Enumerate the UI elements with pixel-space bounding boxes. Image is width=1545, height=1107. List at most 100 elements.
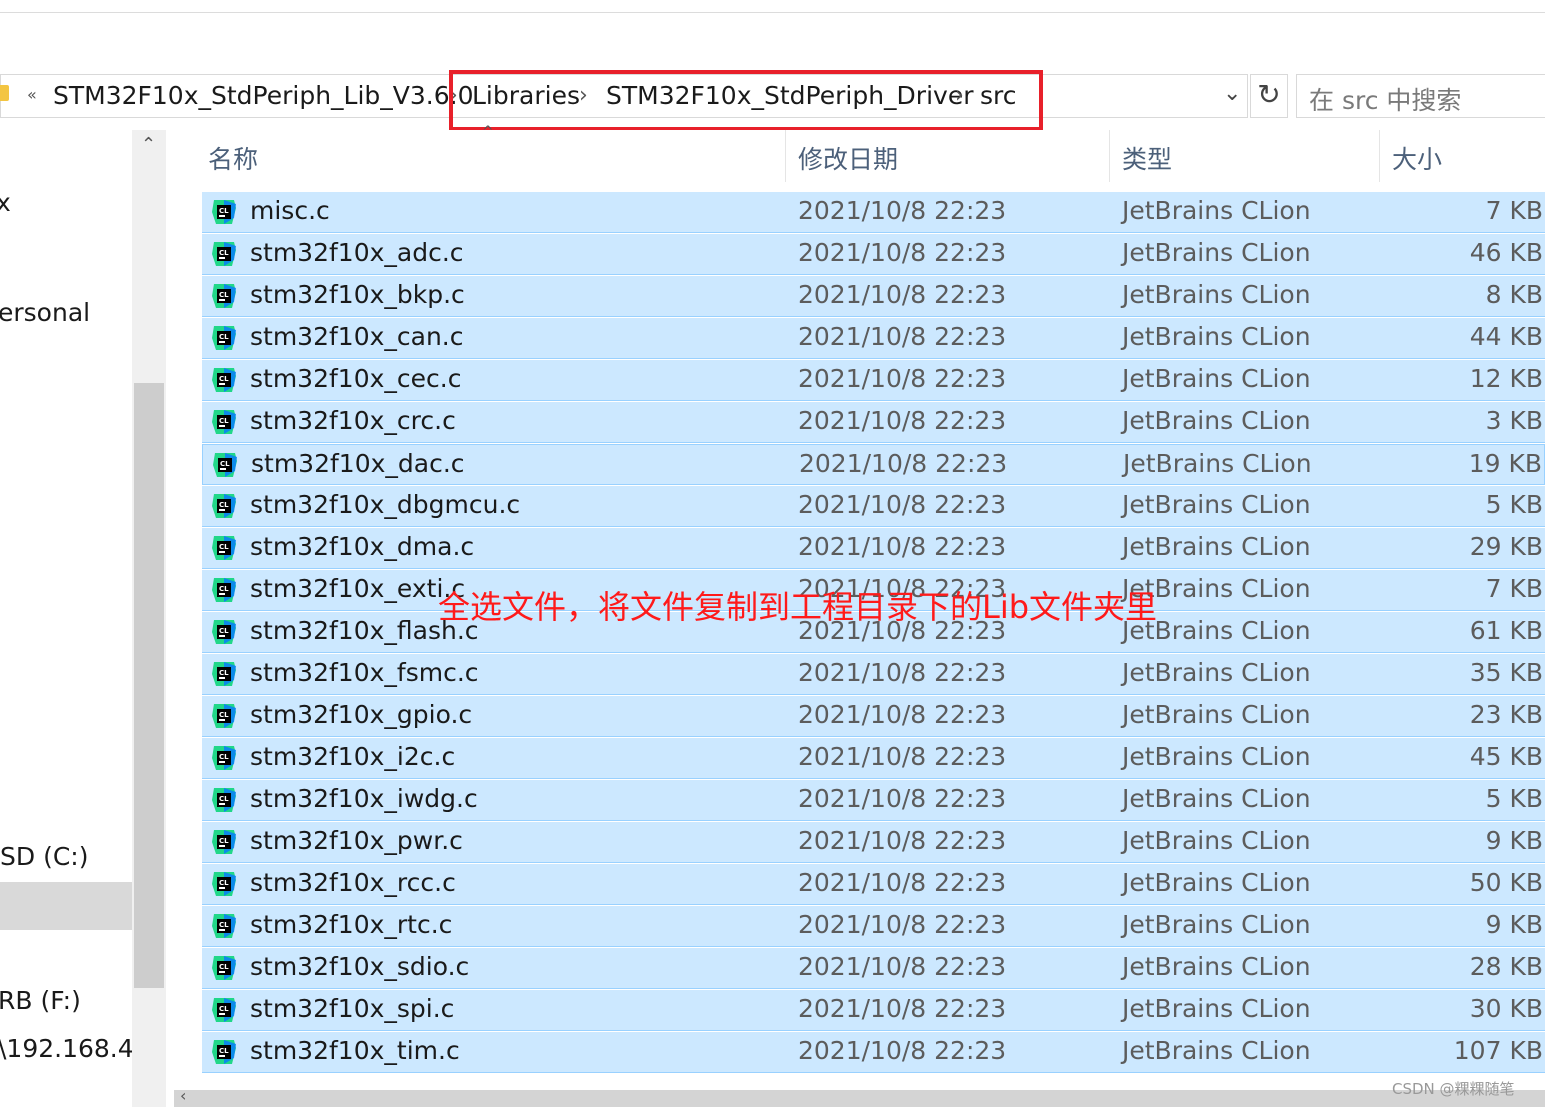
file-row[interactable]: CL stm32f10x_pwr.c 2021/10/8 22:23 JetBrain… [202, 822, 1545, 863]
svg-text:CL: CL [219, 753, 229, 761]
folder-icon [0, 85, 9, 101]
clion-file-icon: CL [210, 828, 238, 856]
file-date: 2021/10/8 22:23 [798, 280, 1007, 309]
file-row[interactable]: CL stm32f10x_adc.c 2021/10/8 22:23 JetBrain… [202, 234, 1545, 275]
scroll-left-icon[interactable]: ‹ [180, 1086, 186, 1105]
svg-text:CL: CL [219, 1005, 229, 1013]
svg-text:CL: CL [219, 669, 229, 677]
breadcrumb-overflow-button[interactable]: « [27, 85, 37, 104]
column-header-size[interactable]: 大小 [1392, 140, 1442, 176]
clion-file-icon: CL [210, 1038, 238, 1066]
nav-scroll-thumb[interactable] [134, 383, 164, 988]
nav-selected-highlight [0, 882, 132, 930]
file-row[interactable]: CL stm32f10x_can.c 2021/10/8 22:23 JetBrain… [202, 318, 1545, 359]
file-size: 50 KB [1469, 868, 1543, 897]
chevron-down-icon[interactable]: ⌄ [1223, 81, 1241, 106]
file-row[interactable]: CL misc.c 2021/10/8 22:23 JetBrains CLion 7 … [202, 192, 1545, 233]
annotation-highlight-box [449, 70, 1043, 131]
file-date: 2021/10/8 22:23 [798, 994, 1007, 1023]
file-name: stm32f10x_iwdg.c [250, 784, 478, 813]
clion-file-icon: CL [210, 576, 238, 604]
file-date: 2021/10/8 22:23 [798, 742, 1007, 771]
file-row[interactable]: CL stm32f10x_fsmc.c 2021/10/8 22:23 JetBrai… [202, 654, 1545, 695]
file-row[interactable]: CL stm32f10x_rtc.c 2021/10/8 22:23 JetBrain… [202, 906, 1545, 947]
file-size: 5 KB [1485, 490, 1543, 519]
file-name: stm32f10x_dac.c [251, 449, 465, 478]
svg-text:CL: CL [219, 333, 229, 341]
file-date: 2021/10/8 22:23 [798, 322, 1007, 351]
search-input[interactable]: 在 src 中搜索 [1296, 74, 1545, 118]
file-type: JetBrains CLion [1122, 532, 1311, 561]
clion-file-icon: CL [210, 492, 238, 520]
refresh-icon[interactable]: ↻ [1250, 74, 1288, 118]
file-row[interactable]: CL stm32f10x_iwdg.c 2021/10/8 22:23 JetBrai… [202, 780, 1545, 821]
file-type: JetBrains CLion [1122, 910, 1311, 939]
file-type: JetBrains CLion [1122, 868, 1311, 897]
file-size: 7 KB [1485, 196, 1543, 225]
file-row[interactable]: CL stm32f10x_dbgmcu.c 2021/10/8 22:23 JetBr… [202, 486, 1545, 527]
clion-file-icon: CL [210, 408, 238, 436]
file-type: JetBrains CLion [1122, 994, 1311, 1023]
column-divider[interactable] [1379, 130, 1380, 182]
column-header-name[interactable]: 名称 [208, 140, 258, 176]
file-type: JetBrains CLion [1122, 490, 1311, 519]
file-name: stm32f10x_can.c [250, 322, 464, 351]
horizontal-scrollbar[interactable]: ‹ [174, 1086, 1545, 1107]
file-date: 2021/10/8 22:23 [798, 868, 1007, 897]
column-divider[interactable] [785, 130, 786, 182]
file-size: 23 KB [1469, 700, 1543, 729]
file-size: 35 KB [1469, 658, 1543, 687]
nav-item-quick-access[interactable]: x [0, 188, 11, 217]
column-header-date[interactable]: 修改日期 [798, 140, 898, 176]
file-row[interactable]: CL stm32f10x_rcc.c 2021/10/8 22:23 JetBrain… [202, 864, 1545, 905]
file-type: JetBrains CLion [1122, 742, 1311, 771]
file-name: stm32f10x_sdio.c [250, 952, 470, 981]
file-row[interactable]: CL stm32f10x_spi.c 2021/10/8 22:23 JetBrain… [202, 990, 1545, 1031]
file-row[interactable]: CL stm32f10x_dma.c 2021/10/8 22:23 JetBrain… [202, 528, 1545, 569]
file-row[interactable]: CL stm32f10x_cec.c 2021/10/8 22:23 JetBrain… [202, 360, 1545, 401]
file-name: stm32f10x_pwr.c [250, 826, 463, 855]
file-date: 2021/10/8 22:23 [798, 952, 1007, 981]
file-date: 2021/10/8 22:23 [798, 196, 1007, 225]
file-name: stm32f10x_tim.c [250, 1036, 460, 1065]
file-type: JetBrains CLion [1122, 280, 1311, 309]
scroll-up-icon[interactable]: ⌃ [141, 134, 156, 155]
file-type: JetBrains CLion [1122, 238, 1311, 267]
svg-text:CL: CL [219, 879, 229, 887]
svg-text:CL: CL [219, 207, 229, 215]
svg-text:CL: CL [219, 963, 229, 971]
file-name: misc.c [250, 196, 330, 225]
file-size: 12 KB [1469, 364, 1543, 393]
file-row[interactable]: CL stm32f10x_dac.c 2021/10/8 22:23 JetBrain… [202, 444, 1545, 485]
column-header-type[interactable]: 类型 [1122, 140, 1172, 176]
clion-file-icon: CL [210, 870, 238, 898]
file-name: stm32f10x_spi.c [250, 994, 455, 1023]
nav-scrollbar[interactable]: ⌃ [132, 130, 166, 1107]
file-row[interactable]: CL stm32f10x_crc.c 2021/10/8 22:23 JetBrain… [202, 402, 1545, 443]
nav-item-personal[interactable]: ersonal [0, 298, 90, 327]
file-row[interactable]: CL stm32f10x_bkp.c 2021/10/8 22:23 JetBrain… [202, 276, 1545, 317]
file-size: 5 KB [1485, 784, 1543, 813]
file-row[interactable]: CL stm32f10x_gpio.c 2021/10/8 22:23 JetBrai… [202, 696, 1545, 737]
file-row[interactable]: CL stm32f10x_sdio.c 2021/10/8 22:23 JetBrai… [202, 948, 1545, 989]
file-type: JetBrains CLion [1122, 1036, 1311, 1065]
svg-text:CL: CL [219, 249, 229, 257]
clion-file-icon: CL [210, 240, 238, 268]
svg-text:CL: CL [219, 543, 229, 551]
file-row[interactable]: CL stm32f10x_tim.c 2021/10/8 22:23 JetBrain… [202, 1032, 1545, 1073]
breadcrumb-item-lib[interactable]: STM32F10x_StdPeriph_Lib_V3.6.0 [53, 81, 474, 110]
file-name: stm32f10x_i2c.c [250, 742, 456, 771]
nav-item-network[interactable]: \192.168.45 [0, 1034, 132, 1063]
svg-text:CL: CL [219, 585, 229, 593]
svg-text:CL: CL [220, 460, 230, 468]
clion-file-icon: CL [210, 702, 238, 730]
file-date: 2021/10/8 22:23 [798, 658, 1007, 687]
column-divider[interactable] [1109, 130, 1110, 182]
file-row[interactable]: CL stm32f10x_i2c.c 2021/10/8 22:23 JetBrain… [202, 738, 1545, 779]
clion-file-icon: CL [210, 324, 238, 352]
file-type: JetBrains CLion [1122, 658, 1311, 687]
nav-item-drive-f[interactable]: RB (F:) [0, 986, 81, 1015]
file-name: stm32f10x_rcc.c [250, 868, 456, 897]
nav-item-drive-c[interactable]: SD (C:) [0, 842, 88, 871]
title-strip [0, 0, 1545, 13]
